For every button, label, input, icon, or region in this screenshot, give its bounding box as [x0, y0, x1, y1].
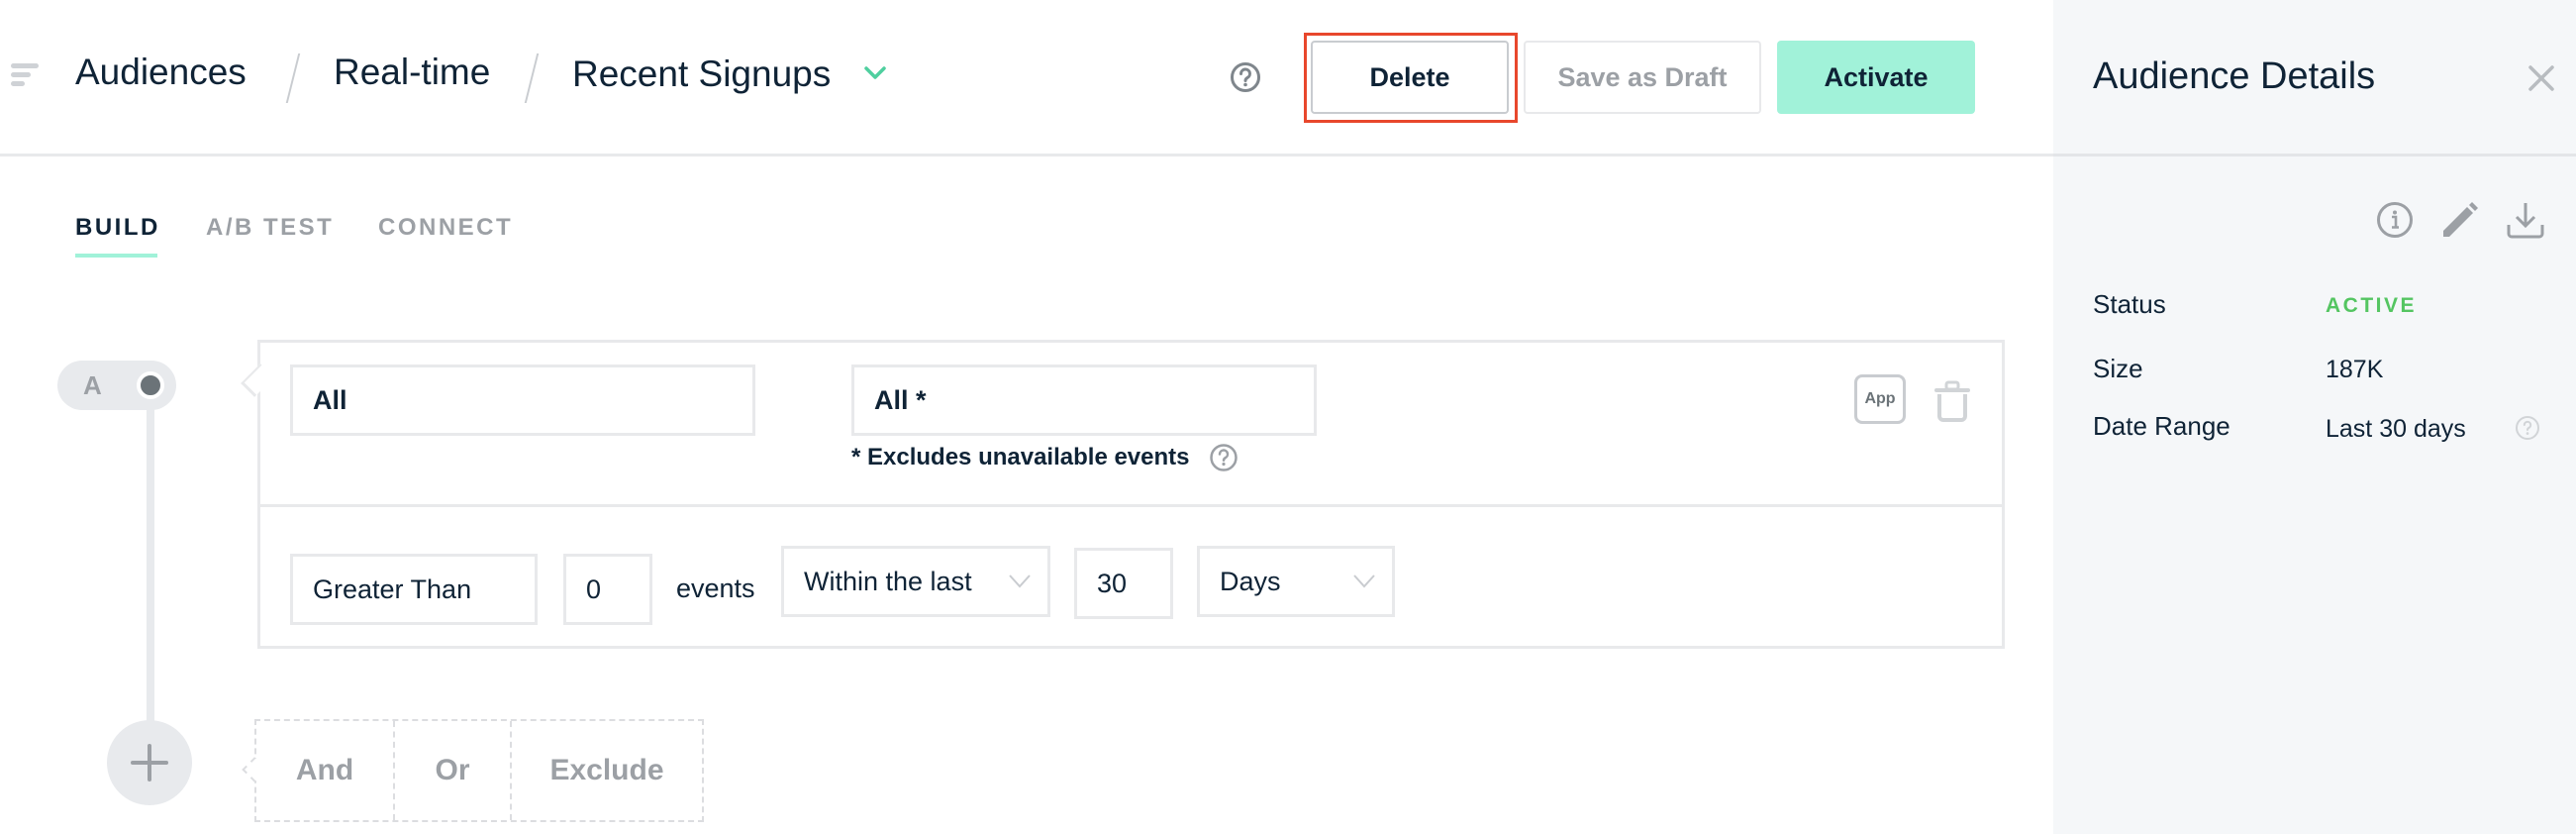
- tab-build[interactable]: BUILD: [75, 214, 160, 242]
- timeframe-unit-value: Days: [1220, 566, 1281, 596]
- panel-header: Audience Details: [2053, 0, 2576, 156]
- pencil-icon[interactable]: [2441, 201, 2479, 239]
- logic-operator-group: And Or Exclude: [242, 719, 704, 822]
- audience-details-panel: Audience Details Status ACTIVE Size 187K…: [2053, 0, 2576, 834]
- event-count-input[interactable]: 0: [563, 554, 652, 625]
- timeframe-value-input[interactable]: 30: [1074, 548, 1173, 619]
- question-circle-icon[interactable]: [1209, 443, 1238, 472]
- chevron-down-icon[interactable]: [863, 65, 887, 81]
- breadcrumb-separator: [285, 53, 301, 103]
- info-icon[interactable]: [2376, 201, 2414, 239]
- or-button[interactable]: Or: [395, 721, 512, 820]
- group-label: A: [83, 370, 102, 400]
- events-label: events: [676, 573, 755, 603]
- card-pointer: [241, 364, 274, 397]
- delete-button[interactable]: Delete: [1311, 41, 1509, 114]
- comparator-select[interactable]: Greater Than: [290, 554, 538, 625]
- timeframe-select[interactable]: Within the last: [781, 546, 1050, 617]
- breadcrumb-current-audience[interactable]: Recent Signups: [572, 53, 831, 95]
- download-icon[interactable]: [2507, 201, 2544, 239]
- card-divider: [260, 504, 2002, 507]
- date-range-label: Date Range: [2093, 411, 2230, 441]
- page-header: Audiences Real-time Recent Signups Delet…: [0, 0, 2053, 156]
- app-source-badge[interactable]: App: [1854, 374, 1906, 424]
- tab-ab-test[interactable]: A/B TEST: [206, 214, 334, 242]
- status-label: Status: [2093, 289, 2166, 319]
- condition-card: All All * * Excludes unavailable events …: [241, 340, 2005, 649]
- panel-title: Audience Details: [2093, 55, 2376, 97]
- chevron-down-icon: [1353, 574, 1375, 588]
- chevron-down-icon: [1009, 574, 1031, 588]
- plus-icon: [131, 744, 168, 782]
- main-area: Audiences Real-time Recent Signups Delet…: [0, 0, 2053, 834]
- active-tab-indicator: [75, 254, 157, 258]
- question-circle-icon[interactable]: [2515, 415, 2540, 441]
- timeframe-unit-select[interactable]: Days: [1197, 546, 1395, 617]
- excludes-note: * Excludes unavailable events: [851, 444, 1190, 470]
- trash-icon[interactable]: [1933, 380, 1971, 422]
- add-group-button[interactable]: [107, 720, 192, 805]
- group-connector-rail: [147, 396, 154, 733]
- question-circle-icon[interactable]: [1230, 61, 1261, 93]
- size-label: Size: [2093, 354, 2143, 383]
- who-select[interactable]: All: [290, 365, 755, 436]
- timeframe-select-value: Within the last: [804, 566, 972, 596]
- and-button[interactable]: And: [256, 721, 395, 820]
- close-icon[interactable]: [2528, 65, 2554, 91]
- size-value: 187K: [2326, 356, 2384, 383]
- date-range-value: Last 30 days: [2326, 415, 2466, 443]
- status-badge: ACTIVE: [2326, 294, 2418, 317]
- exclude-button[interactable]: Exclude: [512, 721, 702, 820]
- group-a-toggle[interactable]: A: [57, 361, 176, 410]
- hamburger-menu-icon[interactable]: [11, 63, 41, 87]
- group-status-dot: [137, 371, 164, 399]
- breadcrumb-separator: [524, 53, 540, 103]
- event-select[interactable]: All *: [851, 365, 1317, 436]
- app-root: Audiences Real-time Recent Signups Delet…: [0, 0, 2576, 834]
- tab-connect[interactable]: CONNECT: [378, 214, 513, 242]
- activate-button[interactable]: Activate: [1777, 41, 1975, 114]
- breadcrumb-audiences[interactable]: Audiences: [75, 52, 247, 93]
- breadcrumb-real-time[interactable]: Real-time: [334, 52, 490, 93]
- save-as-draft-button[interactable]: Save as Draft: [1524, 41, 1761, 114]
